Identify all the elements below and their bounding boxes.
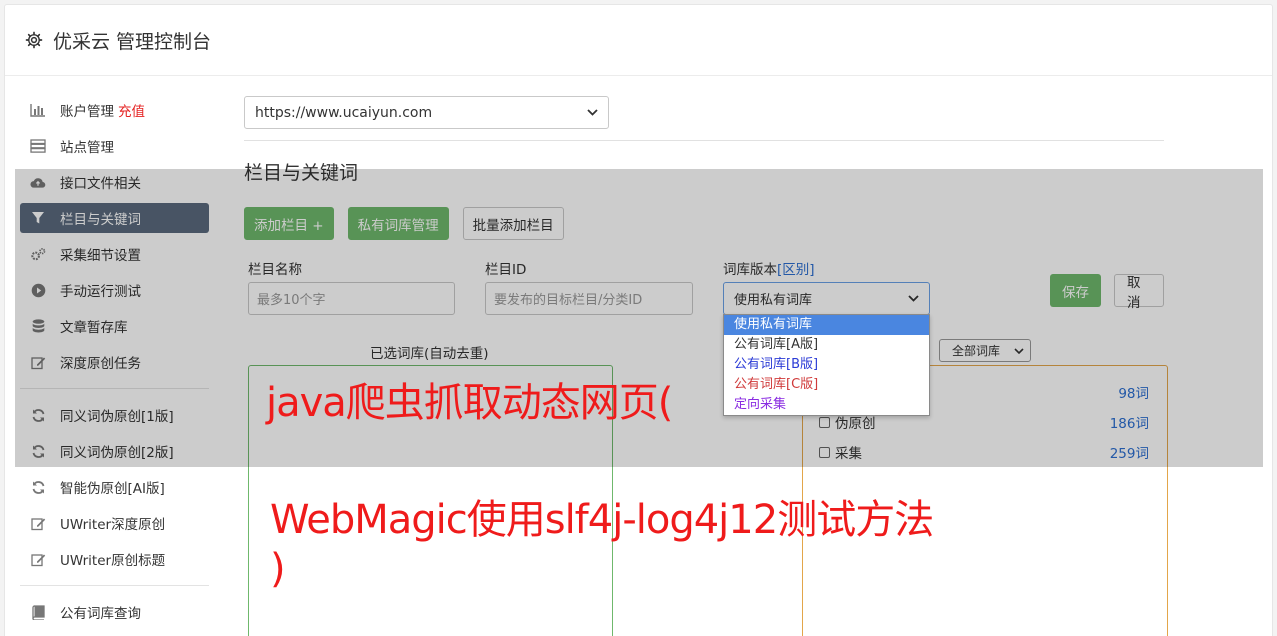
gear-icon xyxy=(25,31,43,49)
watermark-line1: java爬虫抓取动态网页( xyxy=(266,380,673,426)
dropdown-option[interactable]: 公有词库[B版] xyxy=(724,355,929,375)
dropdown-option[interactable]: 使用私有词库 xyxy=(724,315,929,335)
dropdown-option[interactable]: 公有词库[A版] xyxy=(724,335,929,355)
sidebar-item-label: UWriter深度原创 xyxy=(60,517,166,533)
edit-icon xyxy=(30,551,46,567)
divider xyxy=(244,140,1164,141)
sidebar-item-public-lib[interactable]: 公有词库查询 xyxy=(20,597,209,627)
dropdown-option[interactable]: 定向采集 xyxy=(724,395,929,415)
edit-icon xyxy=(30,515,46,531)
lib-version-dropdown: 使用私有词库 公有词库[A版] 公有词库[B版] 公有词库[C版] 定向采集 xyxy=(723,314,930,416)
page-title: 优采云 管理控制台 xyxy=(53,30,212,53)
chevron-down-icon xyxy=(587,109,598,116)
watermark-line2: WebMagic使用slf4j-log4j12测试方法 xyxy=(270,497,934,543)
sidebar-item-uwriter-deep[interactable]: UWriter深度原创 xyxy=(20,508,209,538)
server-icon xyxy=(30,138,46,154)
sidebar-item-account[interactable]: 账户管理 充值 xyxy=(20,95,209,125)
sidebar-item-label: 智能伪原创[AI版] xyxy=(60,481,165,497)
sidebar-item-ai-rewrite[interactable]: 智能伪原创[AI版] xyxy=(20,472,209,502)
sidebar-item-label: 账户管理 xyxy=(60,104,114,120)
dropdown-option[interactable]: 公有词库[C版] xyxy=(724,375,929,395)
sidebar-divider xyxy=(20,585,209,586)
book-icon xyxy=(30,604,46,620)
sidebar-item-label: 公有词库查询 xyxy=(60,606,141,622)
sidebar-item-uwriter-title[interactable]: UWriter原创标题 xyxy=(20,544,209,574)
site-select[interactable]: https://www.ucaiyun.com xyxy=(244,96,609,129)
site-select-value: https://www.ucaiyun.com xyxy=(255,104,433,121)
sidebar-item-sites[interactable]: 站点管理 xyxy=(20,131,209,161)
bar-chart-icon xyxy=(30,102,46,118)
sidebar-item-label: UWriter原创标题 xyxy=(60,553,166,569)
refresh-icon xyxy=(30,479,46,495)
sidebar-item-label: 站点管理 xyxy=(60,140,114,156)
console-header: 优采云 管理控制台 xyxy=(5,5,1272,76)
watermark-line3: ) xyxy=(270,546,286,592)
recharge-link[interactable]: 充值 xyxy=(118,100,145,120)
